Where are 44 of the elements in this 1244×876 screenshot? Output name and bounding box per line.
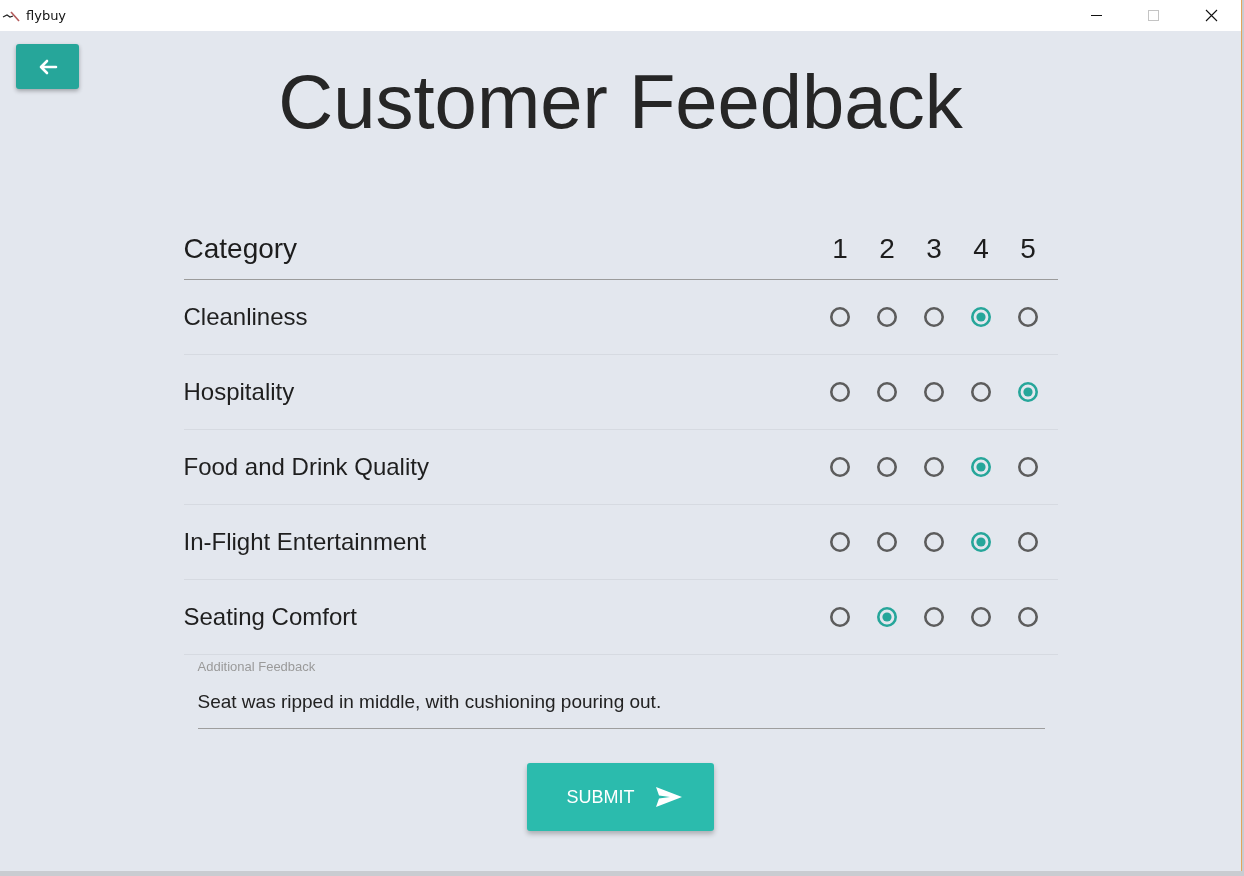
back-button[interactable] [16,44,79,89]
category-label: Hospitality [183,378,295,406]
category-label: Cleanliness [183,303,308,331]
category-label: Food and Drink Quality [183,453,429,481]
feedback-input[interactable]: Seat was ripped in middle, with cushioning pouring out. [197,688,1045,729]
radio-button[interactable] [830,607,850,627]
radio-button[interactable] [924,532,944,552]
radio-button[interactable] [1018,607,1038,627]
column-header: Category [183,233,299,265]
radio-button[interactable] [971,607,991,627]
radio-button[interactable] [877,457,897,477]
column-header: 2 [878,233,896,265]
radio-button[interactable] [1018,532,1038,552]
radio-button[interactable] [924,382,944,402]
column-header: 3 [925,233,943,265]
radio-button[interactable] [971,532,991,552]
radio-button[interactable] [971,307,991,327]
logo-icon [2,9,20,22]
field-label: Additional Feedback [197,659,317,675]
left-arrow-icon [37,58,58,75]
radio-button[interactable] [1018,457,1038,477]
radio-button[interactable] [830,382,850,402]
window-title: flybuy [26,8,68,23]
column-header: 5 [1019,233,1037,265]
radio-button[interactable] [877,307,897,327]
column-header: 4 [972,233,990,265]
radio-button[interactable] [924,457,944,477]
category-label: Seating Comfort [183,603,357,631]
radio-button[interactable] [924,607,944,627]
radio-button[interactable] [1018,382,1038,402]
radio-button[interactable] [924,307,944,327]
page-heading: Customer Feedback [278,58,963,146]
radio-button[interactable] [877,382,897,402]
radio-button[interactable] [971,457,991,477]
radio-button[interactable] [1018,307,1038,327]
radio-button[interactable] [877,607,897,627]
radio-button[interactable] [830,532,850,552]
category-label: In-Flight Entertainment [183,528,427,556]
send-icon [654,786,683,808]
radio-button[interactable] [877,532,897,552]
radio-button[interactable] [830,307,850,327]
radio-button[interactable] [830,457,850,477]
column-header: 1 [831,233,849,265]
radio-button[interactable] [971,382,991,402]
